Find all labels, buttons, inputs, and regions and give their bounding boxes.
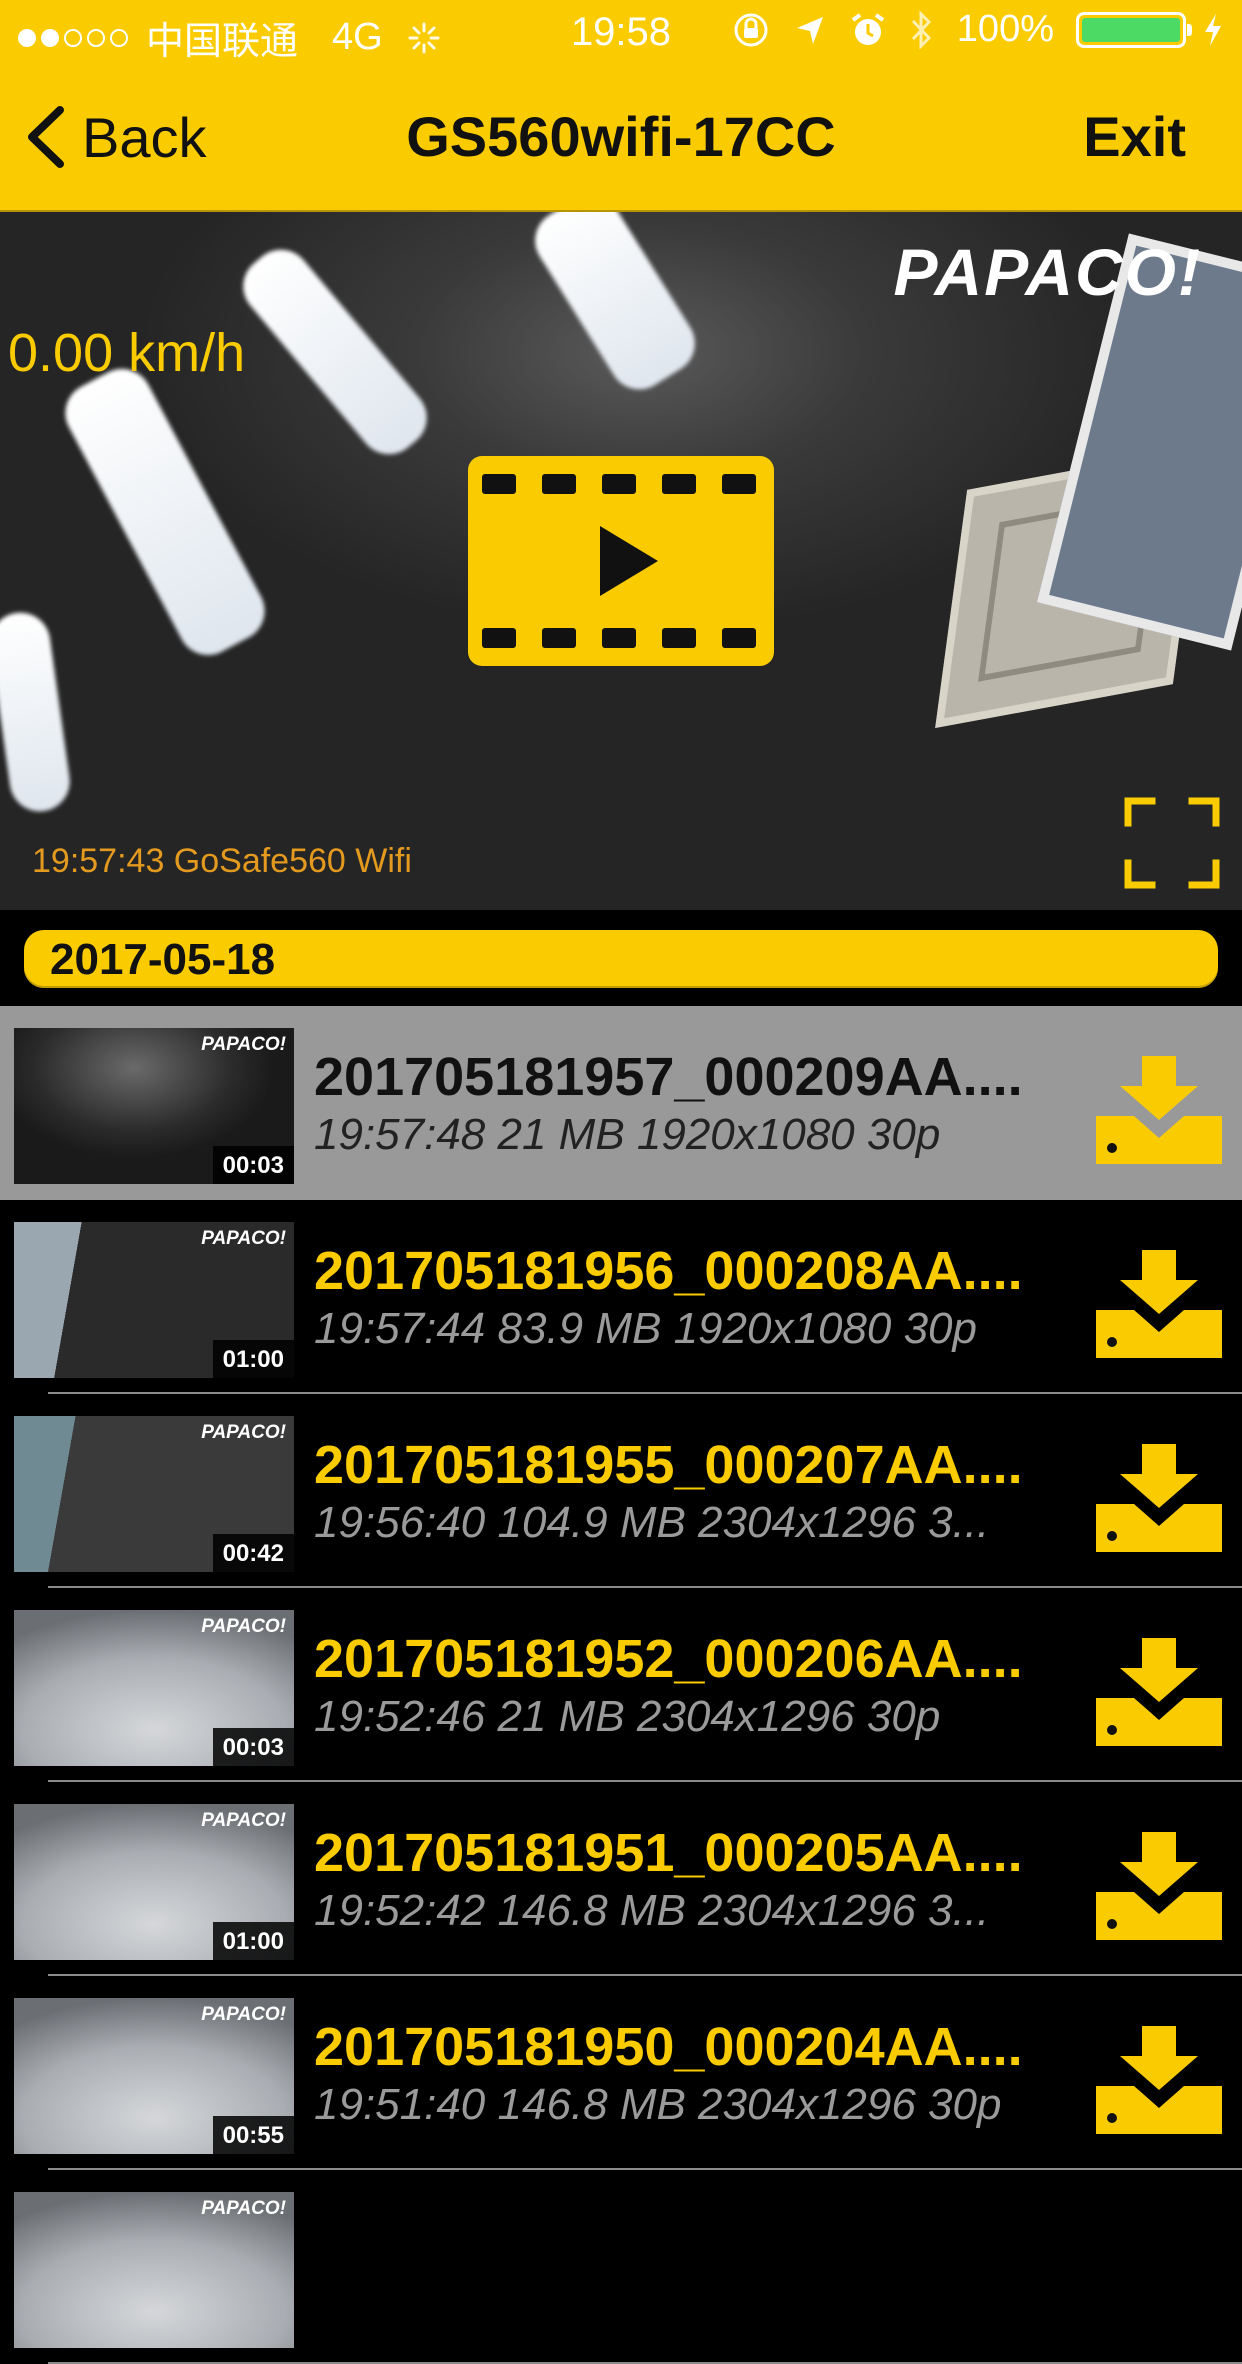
file-list: PAPACO! 00:03 201705181957_000209AA.... … <box>0 1006 1242 2364</box>
orientation-lock-icon <box>734 13 768 46</box>
video-thumbnail[interactable]: PAPACO! 00:55 <box>14 1998 294 2154</box>
battery-percent: 100% <box>956 8 1054 50</box>
ceiling-light <box>0 608 74 816</box>
file-name: 201705181957_000209AA.... <box>314 1047 1023 1107</box>
file-meta: 19:57:48 21 MB 1920x1080 30p <box>314 1110 941 1159</box>
play-video-icon[interactable] <box>468 456 774 666</box>
fullscreen-icon[interactable] <box>1124 797 1220 889</box>
download-icon[interactable] <box>1096 1250 1222 1358</box>
download-icon[interactable] <box>1096 1444 1222 1552</box>
download-icon[interactable] <box>1096 1832 1222 1940</box>
video-thumbnail[interactable]: PAPACO! 00:03 <box>14 1028 294 1184</box>
file-meta: 19:52:42 146.8 MB 2304x1296 3... <box>314 1886 990 1935</box>
bluetooth-icon <box>911 9 931 50</box>
download-icon[interactable] <box>1096 1056 1222 1164</box>
file-row[interactable]: PAPACO! 01:00 201705181951_000205AA.... … <box>0 1782 1242 1976</box>
download-icon[interactable] <box>1096 2026 1222 2134</box>
duration-badge: 00:03 <box>212 1146 294 1184</box>
chevron-left-icon <box>28 106 64 168</box>
speed-readout: 0.00 km/h <box>8 323 246 383</box>
thumbnail-logo: PAPACO! <box>201 2198 286 2219</box>
nav-bar: Back GS560wifi-17CC Exit <box>0 64 1242 212</box>
charging-icon <box>1205 13 1221 46</box>
file-row[interactable]: PAPACO! 00:03 201705181957_000209AA.... … <box>0 1006 1242 1200</box>
download-icon[interactable] <box>1096 1638 1222 1746</box>
video-preview[interactable]: 0.00 km/h PAPACO! 19:57:43 GoSafe560 Wif… <box>0 212 1242 910</box>
duration-badge: 00:55 <box>212 2116 294 2154</box>
thumbnail-logo: PAPACO! <box>201 1810 286 1831</box>
thumbnail-logo: PAPACO! <box>201 1616 286 1637</box>
file-meta: 19:51:40 146.8 MB 2304x1296 30p <box>314 2080 1002 2129</box>
file-row[interactable]: PAPACO! 00:55 201705181950_000204AA.... … <box>0 1976 1242 2170</box>
video-thumbnail[interactable]: PAPACO! 01:00 <box>14 1222 294 1378</box>
status-right: 100% <box>731 8 1224 51</box>
file-name: 201705181950_000204AA.... <box>314 2017 1023 2077</box>
back-label: Back <box>82 105 207 169</box>
video-thumbnail[interactable]: PAPACO! <box>14 2192 294 2348</box>
battery-icon <box>1076 11 1192 48</box>
thumbnail-logo: PAPACO! <box>201 1422 286 1443</box>
duration-badge: 00:42 <box>212 1534 294 1572</box>
duration-badge: 01:00 <box>212 1922 294 1960</box>
file-meta: 19:52:46 21 MB 2304x1296 30p <box>314 1692 941 1741</box>
thumbnail-logo: PAPACO! <box>201 1228 286 1249</box>
date-header: 2017-05-18 <box>24 930 1218 988</box>
file-meta: 19:57:44 83.9 MB 1920x1080 30p <box>314 1304 977 1353</box>
file-name: 201705181956_000208AA.... <box>314 1241 1023 1301</box>
thumbnail-logo: PAPACO! <box>201 2004 286 2025</box>
file-row[interactable]: PAPACO! 00:03 201705181952_000206AA.... … <box>0 1588 1242 1782</box>
back-button[interactable]: Back <box>22 104 207 170</box>
video-thumbnail[interactable]: PAPACO! 00:03 <box>14 1610 294 1766</box>
video-thumbnail[interactable]: PAPACO! 00:42 <box>14 1416 294 1572</box>
file-name: 201705181955_000207AA.... <box>314 1435 1023 1495</box>
brand-logo: PAPACO! <box>893 235 1202 309</box>
ceiling-light <box>231 237 439 467</box>
video-thumbnail[interactable]: PAPACO! 01:00 <box>14 1804 294 1960</box>
file-row[interactable]: PAPACO! <box>0 2170 1242 2364</box>
video-timestamp: 19:57:43 GoSafe560 Wifi <box>32 842 412 880</box>
file-row[interactable]: PAPACO! 00:42 201705181955_000207AA.... … <box>0 1394 1242 1588</box>
status-bar: 中国联通 4G 19:58 100% <box>0 0 1242 64</box>
duration-badge: 00:03 <box>212 1728 294 1766</box>
duration-badge: 01:00 <box>212 1340 294 1378</box>
file-name: 201705181951_000205AA.... <box>314 1823 1023 1883</box>
file-meta: 19:56:40 104.9 MB 2304x1296 3... <box>314 1498 990 1547</box>
alarm-icon <box>851 12 884 45</box>
thumbnail-logo: PAPACO! <box>201 1034 286 1055</box>
file-row[interactable]: PAPACO! 01:00 201705181956_000208AA.... … <box>0 1200 1242 1394</box>
ceiling-light <box>54 358 276 666</box>
file-name: 201705181952_000206AA.... <box>314 1629 1023 1689</box>
exit-button[interactable]: Exit <box>1083 104 1186 169</box>
ceiling-light <box>523 212 707 401</box>
location-icon <box>796 16 823 44</box>
